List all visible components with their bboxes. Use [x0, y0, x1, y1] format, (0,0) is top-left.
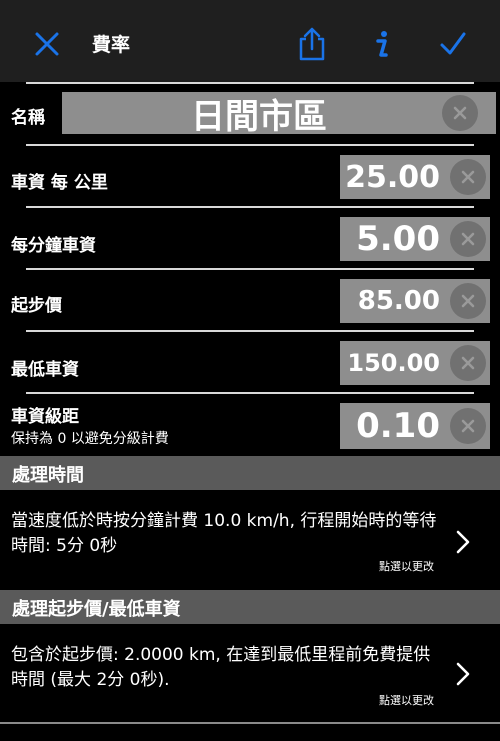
minimum-fare-value: 150.00: [347, 349, 440, 377]
clear-per-km-button[interactable]: [450, 159, 486, 195]
clear-fare-step-button[interactable]: [450, 408, 486, 444]
per-km-fare-value: 25.00: [345, 159, 440, 195]
info-icon: [376, 31, 388, 57]
chevron-right-icon: [456, 530, 470, 554]
divider: [26, 268, 474, 270]
row-label-per-km: 車資 每 公里: [11, 173, 108, 193]
clear-icon: [461, 170, 475, 184]
row-label-minimum-fare: 最低車資: [11, 360, 79, 380]
clear-icon: [453, 106, 467, 120]
per-minute-fare-field[interactable]: 5.00: [340, 217, 490, 261]
share-button[interactable]: [292, 24, 332, 64]
close-icon: [35, 32, 59, 56]
divider: [26, 330, 474, 332]
clear-icon: [461, 419, 475, 433]
name-value: 日間市區: [191, 96, 327, 137]
clear-icon: [461, 294, 475, 308]
divider: [0, 722, 500, 724]
base-minimum-handling-description: 包含於起步價: 2.0000 km, 在達到最低里程前免費提供時間 (最大 2分…: [11, 645, 431, 690]
section-header-base-minimum-handling: 處理起步價/最低車資: [0, 590, 500, 624]
handling-time-description: 當速度低於時按分鐘計費 10.0 km/h, 行程開始時的等待時間: 5分 0秒: [11, 511, 437, 556]
nav-bar: 費率: [0, 0, 500, 82]
row-sublabel-fare-step: 保持為 0 以避免分級計費: [11, 431, 169, 447]
fare-step-field[interactable]: 0.10: [340, 403, 490, 449]
row-label-fare-step: 車資級距: [11, 407, 79, 427]
minimum-fare-field[interactable]: 150.00: [340, 341, 490, 385]
tap-to-change-hint: 點選以更改: [379, 694, 434, 707]
section-header-handling-time: 處理時間: [0, 456, 500, 490]
clear-name-button[interactable]: [442, 95, 478, 131]
divider: [26, 144, 474, 146]
close-button[interactable]: [27, 24, 67, 64]
chevron-right-icon: [456, 662, 470, 686]
name-label: 名稱: [11, 108, 45, 128]
clear-base-fare-button[interactable]: [450, 283, 486, 319]
name-field[interactable]: 日間市區: [62, 92, 496, 137]
divider: [26, 392, 474, 394]
section-title: 處理時間: [12, 465, 84, 486]
divider: [26, 206, 474, 208]
clear-icon: [461, 232, 475, 246]
clear-icon: [461, 356, 475, 370]
section-title: 處理起步價/最低車資: [12, 599, 181, 620]
row-label-base-fare: 起步價: [11, 296, 62, 316]
tap-to-change-hint: 點選以更改: [379, 560, 434, 573]
per-km-fare-field[interactable]: 25.00: [340, 155, 490, 199]
fare-step-value: 0.10: [356, 406, 440, 446]
row-label-per-minute: 每分鐘車資: [11, 236, 96, 256]
divider: [26, 82, 474, 84]
handling-time-cell[interactable]: 當速度低於時按分鐘計費 10.0 km/h, 行程開始時的等待時間: 5分 0秒…: [0, 490, 500, 588]
clear-minimum-fare-button[interactable]: [450, 345, 486, 381]
confirm-button[interactable]: [433, 24, 473, 64]
per-minute-fare-value: 5.00: [356, 219, 440, 259]
base-fare-value: 85.00: [357, 286, 440, 316]
clear-per-minute-button[interactable]: [450, 221, 486, 257]
share-icon: [299, 27, 325, 61]
info-button[interactable]: [362, 24, 402, 64]
base-fare-field[interactable]: 85.00: [340, 279, 490, 323]
page-title: 費率: [92, 34, 131, 56]
checkmark-icon: [440, 32, 466, 55]
base-minimum-handling-cell[interactable]: 包含於起步價: 2.0000 km, 在達到最低里程前免費提供時間 (最大 2分…: [0, 624, 500, 722]
